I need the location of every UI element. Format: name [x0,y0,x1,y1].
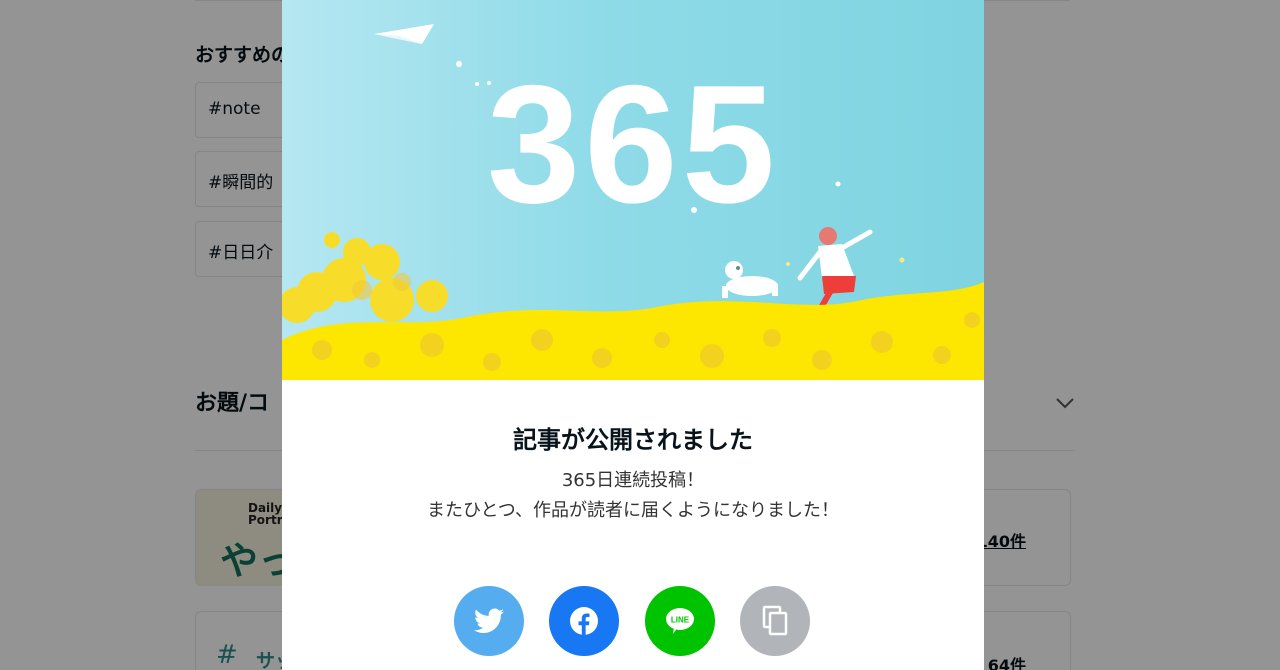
celebration-illustration: 365 [282,0,984,380]
share-facebook-button[interactable] [549,586,619,656]
share-twitter-button[interactable] [454,586,524,656]
copy-icon [762,605,788,636]
modal-title: 記事が公開されました [513,426,753,454]
paper-plane-icon [374,24,434,44]
copy-link-button[interactable] [740,586,810,656]
share-line-button[interactable]: LINE [645,586,715,656]
publish-message: またひとつ、作品が読者に届くようになりました！ [426,500,840,521]
svg-text:LINE: LINE [671,616,690,625]
dog-icon [722,261,778,298]
line-icon: LINE [666,608,694,634]
streak-count: 365 [486,50,780,238]
publish-complete-modal: 365 記事が公開されました 365日連続投稿！ またひとつ、作品が読者に届くよ… [282,0,984,670]
facebook-icon [570,607,598,635]
streak-message: 365日連続投稿！ [561,470,705,491]
twitter-icon [474,608,504,633]
person-icon [797,227,873,309]
